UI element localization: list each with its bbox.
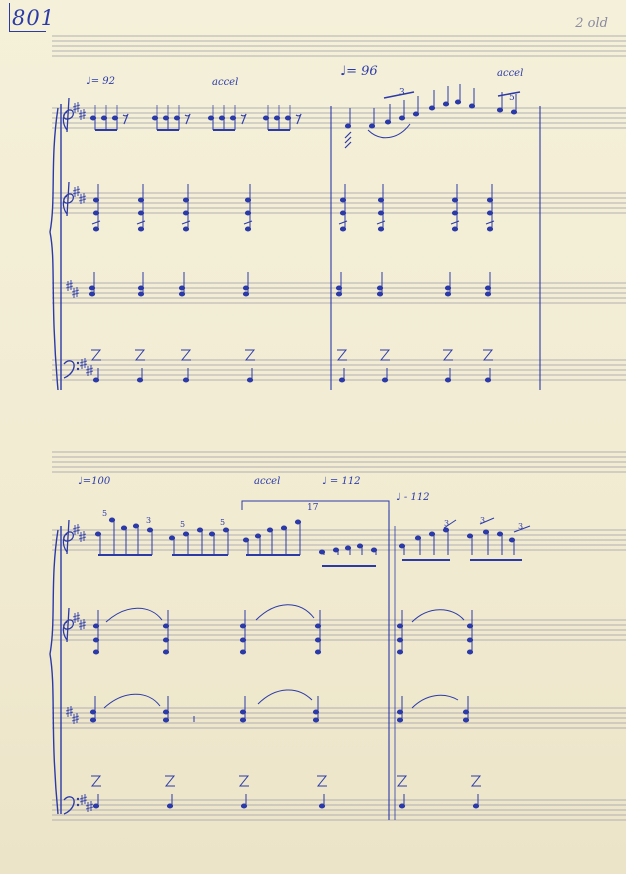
- sharp-sign: [72, 524, 81, 535]
- treble-clef: [62, 97, 75, 133]
- bass-clef-dot: [76, 361, 80, 365]
- chord-mark: [181, 220, 191, 225]
- bass-clef: [63, 360, 75, 379]
- treble-clef: [62, 181, 75, 217]
- sharp-sign: [85, 365, 94, 376]
- z-mark: [482, 349, 494, 361]
- eighth-rest: [184, 113, 191, 125]
- z-mark: [470, 775, 482, 787]
- tie-slur: [255, 604, 315, 621]
- chord-mark: [136, 220, 146, 225]
- score-drawing: [49, 35, 626, 821]
- z-mark: [316, 775, 328, 787]
- manuscript-page: 801 2 old ♩= 92 accel ♩= 96 accel 3 5 ♩=…: [0, 0, 626, 874]
- z-mark: [134, 349, 146, 361]
- bass-clef: [63, 796, 75, 815]
- z-mark: [90, 349, 102, 361]
- sharp-sign: [72, 612, 81, 623]
- beam: [383, 91, 415, 99]
- eighth-rest: [122, 113, 129, 125]
- treble-clef: [62, 519, 75, 555]
- chord-mark: [485, 220, 495, 225]
- sharp-sign: [71, 713, 80, 724]
- sharp-sign: [71, 287, 80, 298]
- sharp-sign: [72, 102, 81, 113]
- bass-clef-dot: [76, 803, 80, 807]
- bass-clef-dot: [76, 797, 80, 801]
- tremolo: [344, 131, 352, 149]
- z-mark: [442, 349, 454, 361]
- brace: [49, 107, 59, 391]
- chord-mark: [338, 220, 348, 225]
- z-mark: [379, 349, 391, 361]
- sharp-sign: [78, 619, 87, 630]
- chord-mark: [243, 220, 253, 225]
- accel-bracket: [241, 500, 390, 510]
- brace: [49, 529, 59, 815]
- tie-slur: [257, 689, 313, 705]
- sharp-sign: [65, 280, 74, 291]
- z-mark: [90, 775, 102, 787]
- chord-mark: [450, 220, 460, 225]
- bass-clef-dot: [76, 367, 80, 371]
- beam: [497, 91, 521, 97]
- sharp-sign: [79, 794, 88, 805]
- eighth-rest: [295, 113, 302, 125]
- chord-mark: [91, 220, 101, 225]
- sharp-sign: [78, 193, 87, 204]
- z-mark: [238, 775, 250, 787]
- eighth-rest: [240, 113, 247, 125]
- z-mark: [244, 349, 256, 361]
- z-mark: [396, 775, 408, 787]
- z-mark: [336, 349, 348, 361]
- sharp-sign: [72, 186, 81, 197]
- chord-mark: [376, 220, 386, 225]
- z-mark: [180, 349, 192, 361]
- tie-slur: [103, 693, 161, 709]
- tie-slur: [411, 694, 459, 709]
- z-mark: [164, 775, 176, 787]
